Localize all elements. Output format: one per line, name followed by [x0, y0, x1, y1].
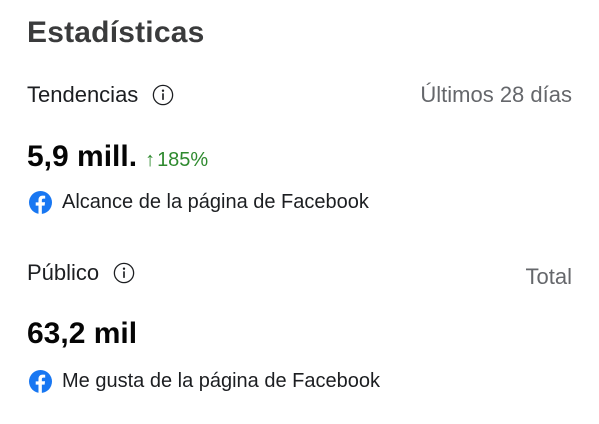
- likes-source: Me gusta de la página de Facebook: [29, 370, 380, 393]
- reach-delta: ↑ 185%: [145, 149, 208, 172]
- reach-source: Alcance de la página de Facebook: [29, 191, 369, 214]
- reach-value: 5,9 mill.: [27, 140, 138, 173]
- audience-label: Público: [27, 260, 100, 285]
- audience-range[interactable]: Total: [526, 264, 572, 290]
- trends-header: Tendencias Últimos 28 días: [27, 80, 572, 110]
- trends-range[interactable]: Últimos 28 días: [420, 82, 572, 108]
- trends-label-group: Tendencias: [27, 82, 174, 108]
- up-arrow-icon: ↑: [145, 149, 156, 171]
- reach-delta-value: 185%: [157, 149, 209, 171]
- trends-label: Tendencias: [27, 82, 139, 107]
- info-icon[interactable]: [113, 262, 135, 284]
- facebook-icon: [29, 370, 52, 393]
- audience-header: Público Total: [27, 258, 572, 290]
- stats-panel: Estadísticas Tendencias Últimos 28 días …: [0, 0, 599, 424]
- info-icon[interactable]: [152, 84, 174, 106]
- audience-label-group: Público: [27, 260, 135, 286]
- likes-source-label: Me gusta de la página de Facebook: [62, 370, 380, 392]
- reach-source-label: Alcance de la página de Facebook: [62, 191, 369, 213]
- reach-metric: 5,9 mill. ↑ 185%: [27, 140, 208, 174]
- likes-metric: 63,2 mil: [27, 317, 137, 351]
- facebook-icon: [29, 191, 52, 214]
- page-title: Estadísticas: [27, 16, 205, 49]
- likes-value: 63,2 mil: [27, 317, 138, 350]
